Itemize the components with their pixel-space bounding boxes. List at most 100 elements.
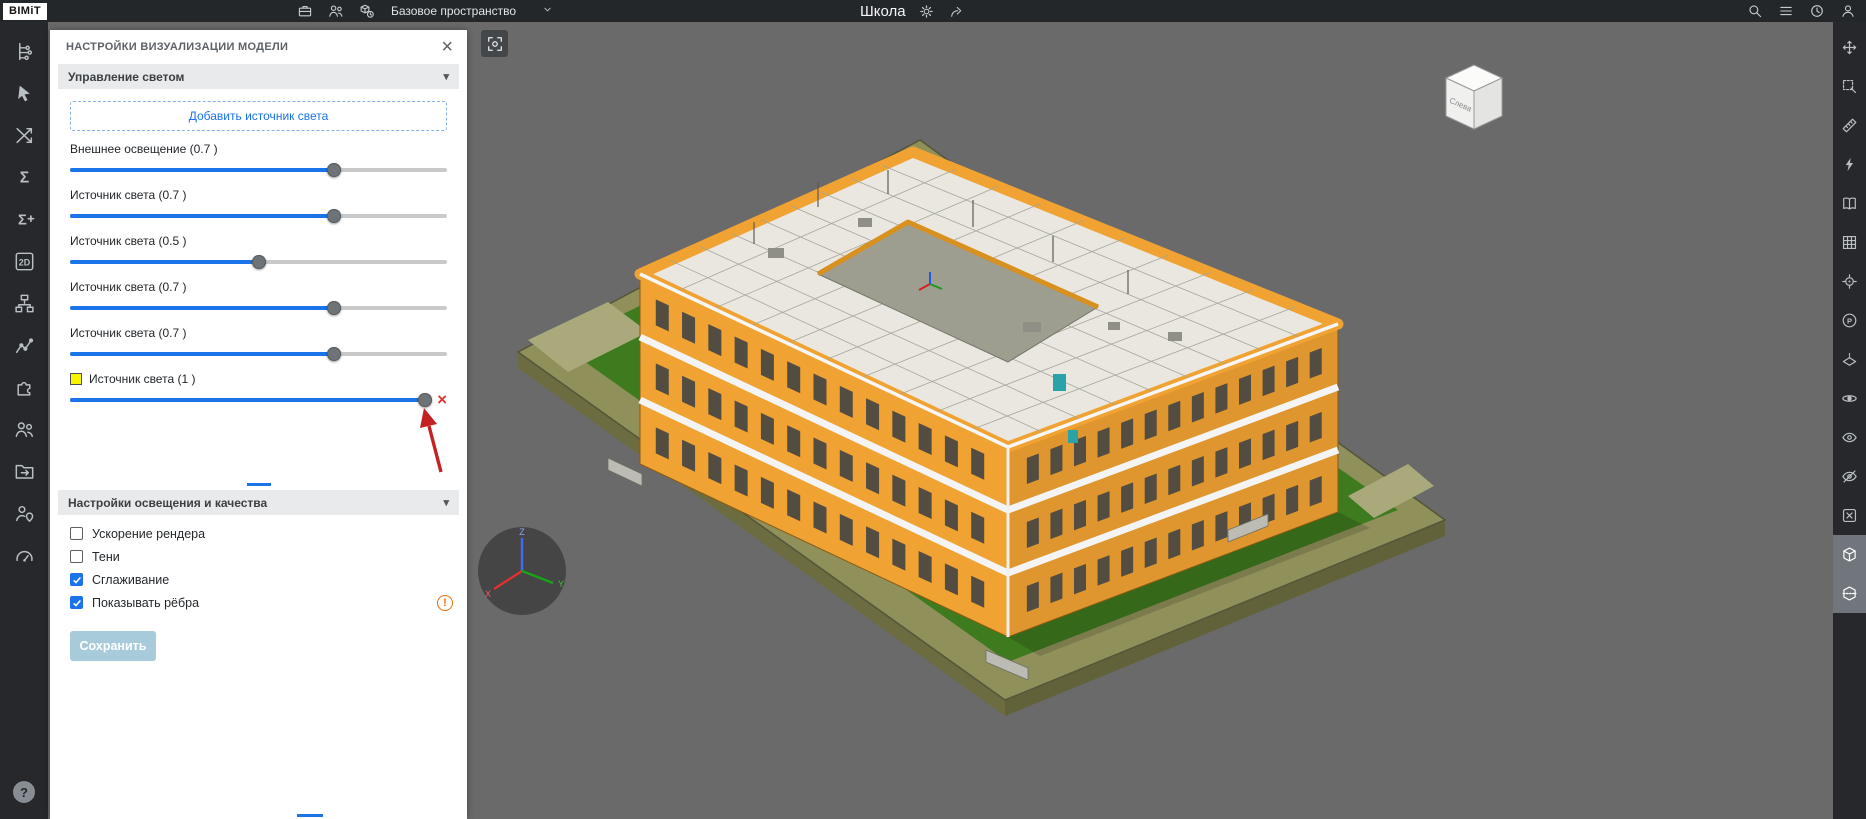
slider-fill — [70, 398, 425, 402]
shaded-cube-icon — [1841, 546, 1858, 563]
checkbox[interactable] — [70, 596, 83, 609]
ruler-button[interactable] — [1833, 106, 1866, 145]
setting-checkbox-row[interactable]: Показывать рёбра — [70, 596, 447, 609]
collaboration-button[interactable] — [0, 408, 48, 450]
section-box-icon — [1841, 585, 1858, 602]
share-button[interactable] — [949, 4, 964, 19]
search-button[interactable] — [1747, 3, 1763, 19]
app-logo[interactable]: BIMiT — [3, 3, 47, 20]
select-frame-button[interactable] — [1833, 67, 1866, 106]
panel-scrollbar-thumb[interactable] — [297, 814, 323, 817]
checkbox[interactable] — [70, 550, 83, 563]
team-icon — [328, 3, 344, 19]
slider-fill — [70, 214, 334, 218]
light-intensity-slider[interactable] — [70, 352, 447, 356]
light-slider-label: Источник света (0.5 ) — [70, 235, 186, 247]
sum-add-icon: Σ — [14, 209, 35, 230]
check-icon — [72, 575, 82, 585]
help-button[interactable]: ? — [13, 781, 35, 803]
setting-checkbox-row[interactable]: Тени — [70, 550, 447, 563]
slider-thumb[interactable] — [327, 347, 341, 361]
add-light-source-button[interactable]: Добавить источник света — [70, 101, 447, 131]
relations-icon — [14, 125, 35, 146]
view-2d-button[interactable]: 2D — [0, 240, 48, 282]
pan-tool-button[interactable] — [1833, 28, 1866, 67]
close-panel-button[interactable]: × — [441, 37, 453, 57]
setting-checkbox-row[interactable]: Сглаживание — [70, 573, 447, 586]
section-quality-title: Настройки освещения и качества — [68, 496, 267, 510]
workspace-selector[interactable]: Базовое пространство — [391, 4, 553, 18]
select-tool-icon — [14, 83, 35, 104]
hide-element-button[interactable] — [1833, 457, 1866, 496]
axis-gizmo[interactable]: Z X Y — [476, 525, 568, 617]
section-light-header[interactable]: Управление светом ▾ — [58, 64, 459, 89]
project-title-group: Школа — [860, 0, 964, 22]
orbit-view-icon — [1841, 390, 1858, 407]
light-intensity-slider[interactable] — [70, 214, 447, 218]
light-intensity-slider[interactable] — [70, 168, 447, 172]
save-button[interactable]: Сохранить — [70, 631, 156, 661]
compare-views-icon — [1841, 195, 1858, 212]
section-box-button[interactable] — [1833, 574, 1866, 613]
section-quality-header[interactable]: Настройки освещения и качества ▾ — [58, 490, 459, 515]
chevron-down-icon: ▾ — [443, 496, 449, 509]
perspective-button[interactable]: P — [1833, 301, 1866, 340]
topbar: BIMiT Базовое пространство Школа — [0, 0, 1866, 22]
orbit-view-button[interactable] — [1833, 379, 1866, 418]
checkbox[interactable] — [70, 527, 83, 540]
plugins-button[interactable] — [0, 366, 48, 408]
light-intensity-slider[interactable] — [70, 260, 447, 264]
user-location-button[interactable] — [0, 492, 48, 534]
slider-thumb[interactable] — [327, 209, 341, 223]
slider-thumb[interactable] — [327, 301, 341, 315]
org-chart-button[interactable] — [0, 282, 48, 324]
sum-button[interactable]: Σ — [0, 156, 48, 198]
fit-view-button[interactable] — [481, 30, 508, 57]
slider-thumb[interactable] — [327, 163, 341, 177]
select-tool-button[interactable] — [0, 72, 48, 114]
export-model-button[interactable] — [0, 450, 48, 492]
light-color-swatch[interactable] — [70, 373, 82, 385]
workspace-chevron — [542, 4, 553, 18]
panel-resize-handle[interactable] — [247, 483, 271, 486]
section-light-title: Управление светом — [68, 70, 184, 84]
show-all-button[interactable] — [1833, 418, 1866, 457]
svg-text:Σ: Σ — [19, 169, 28, 186]
model-space-button[interactable] — [359, 3, 375, 19]
sum-add-button[interactable]: Σ — [0, 198, 48, 240]
model-structure-button[interactable] — [0, 30, 48, 72]
history-icon — [1809, 3, 1825, 19]
dashboard-button[interactable] — [0, 534, 48, 576]
slider-fill — [70, 306, 334, 310]
light-slider-label: Источник света (0.7 ) — [70, 281, 186, 293]
briefcase-icon — [297, 3, 313, 19]
history-button[interactable] — [1809, 3, 1825, 19]
light-slider-row: Источник света (0.7 ) — [70, 281, 447, 315]
light-slider-label: Источник света (0.7 ) — [70, 189, 186, 201]
menu-list-button[interactable] — [1778, 3, 1794, 19]
checkbox[interactable] — [70, 573, 83, 586]
light-intensity-slider[interactable] — [70, 398, 425, 402]
shaded-cube-button[interactable] — [1833, 535, 1866, 574]
clear-view-button[interactable] — [1833, 496, 1866, 535]
focus-model-button[interactable] — [1833, 262, 1866, 301]
nav-cube[interactable]: Слева — [1437, 55, 1511, 135]
quick-actions-button[interactable] — [1833, 145, 1866, 184]
chevron-down-icon — [542, 4, 553, 15]
storey-grid-button[interactable] — [1833, 223, 1866, 262]
warning-icon: ! — [437, 595, 453, 611]
briefcase-button[interactable] — [297, 3, 313, 19]
compare-views-button[interactable] — [1833, 184, 1866, 223]
analytics-button[interactable] — [0, 324, 48, 366]
topbar-left-tools — [297, 3, 375, 19]
slider-fill — [70, 260, 259, 264]
quality-settings-list: ! Ускорение рендера Тени Сглаживание Показы… — [50, 515, 467, 619]
slider-thumb[interactable] — [252, 255, 266, 269]
setting-checkbox-row[interactable]: Ускорение рендера — [70, 527, 447, 540]
team-button[interactable] — [328, 3, 344, 19]
section-plane-button[interactable] — [1833, 340, 1866, 379]
relations-button[interactable] — [0, 114, 48, 156]
settings-gear-button[interactable] — [919, 4, 934, 19]
user-profile-button[interactable] — [1840, 3, 1856, 19]
light-intensity-slider[interactable] — [70, 306, 447, 310]
